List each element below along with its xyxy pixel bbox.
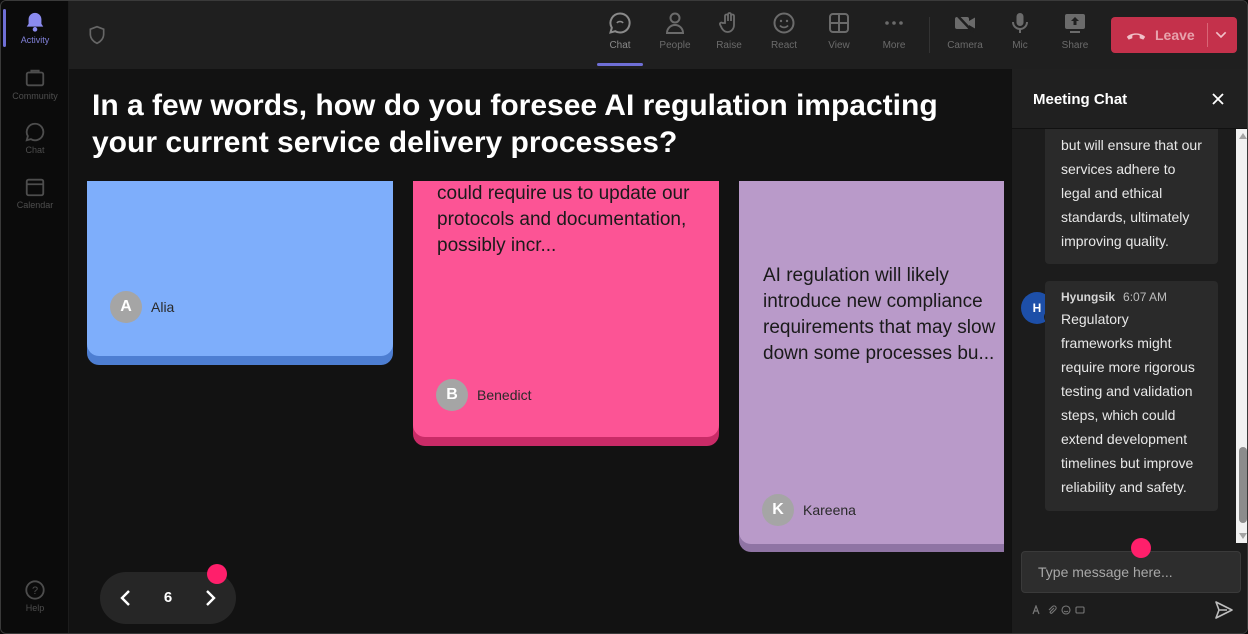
click-indicator: [1131, 538, 1151, 558]
rail-item-label: Chat: [25, 145, 45, 155]
chat-messages[interactable]: but will ensure that our services adhere…: [1012, 129, 1247, 543]
response-card[interactable]: A Alia: [87, 181, 393, 356]
meeting-window: Activity Community Chat Calendar ? Help …: [0, 0, 1248, 634]
message-time: 6:07 AM: [1123, 290, 1168, 304]
help-icon: ?: [25, 580, 45, 600]
bell-icon: [26, 12, 44, 32]
chat-message-input[interactable]: [1021, 551, 1241, 593]
view-button[interactable]: View: [814, 11, 864, 61]
chat-title: Meeting Chat: [1033, 91, 1128, 108]
chat-message: Hyungsik 6:07 AM Regulatory frameworks mi…: [1045, 281, 1218, 511]
camera-button[interactable]: Camera: [940, 11, 990, 61]
author-name: Alia: [151, 299, 175, 315]
author-name: Kareena: [803, 502, 856, 518]
camera-off-icon: [955, 13, 975, 33]
gif-icon[interactable]: [1075, 605, 1085, 615]
mic-label: Mic: [1012, 40, 1028, 51]
rail-item-label: Activity: [20, 35, 50, 45]
response-cards: A Alia could require us to update our pr…: [69, 181, 1004, 581]
grid-icon: [829, 13, 849, 33]
raise-hand-button[interactable]: Raise: [704, 11, 754, 61]
mic-icon: [1012, 13, 1028, 33]
chevron-right-icon[interactable]: [200, 587, 220, 609]
people-icon: [665, 12, 685, 34]
response-card[interactable]: AI regulation will likely introduce new …: [739, 181, 1004, 544]
meeting-chat-panel: Meeting Chat but will ensure that our se…: [1011, 69, 1247, 633]
attach-icon[interactable]: [1047, 605, 1057, 615]
rail-item-calendar[interactable]: Calendar: [1, 176, 69, 210]
send-icon[interactable]: [1214, 600, 1234, 620]
toolbar-separator: [929, 17, 930, 53]
people-label: People: [659, 40, 691, 51]
people-button[interactable]: People: [650, 11, 700, 61]
card-author: B Benedict: [436, 379, 531, 411]
scroll-down-arrow[interactable]: [1239, 533, 1247, 539]
react-button[interactable]: React: [759, 11, 809, 61]
rail-item-label: Help: [25, 603, 45, 613]
share-label: Share: [1061, 40, 1089, 51]
chat-scrollbar[interactable]: [1236, 129, 1247, 543]
card-author: A Alia: [110, 291, 174, 323]
chat-label: Chat: [609, 40, 631, 51]
more-label: More: [882, 40, 906, 51]
card-text: could require us to update our protocols…: [437, 183, 690, 256]
chat-icon: [609, 12, 631, 34]
leave-button[interactable]: Leave: [1111, 17, 1237, 53]
rail-item-chat[interactable]: Chat: [1, 121, 69, 155]
leave-divider: [1207, 23, 1208, 47]
click-indicator: [207, 564, 227, 584]
raise-label: Raise: [716, 40, 742, 51]
chevron-down-icon[interactable]: [1213, 27, 1229, 43]
calendar-icon: [25, 178, 45, 197]
share-screen-icon: [1065, 14, 1085, 33]
message-author: Hyungsik: [1061, 290, 1116, 304]
question-title: In a few words, how do you foresee AI re…: [92, 89, 938, 159]
chevron-left-icon[interactable]: [116, 587, 136, 609]
card-text: AI regulation will likely introduce new …: [763, 265, 996, 364]
chat-icon: [25, 122, 45, 142]
message-text: but will ensure that our services adhere…: [1061, 137, 1202, 249]
avatar: A: [110, 291, 142, 323]
mic-button[interactable]: Mic: [995, 11, 1045, 61]
response-card[interactable]: could require us to update our protocols…: [413, 181, 719, 437]
app-rail: Activity Community Chat Calendar ? Help: [1, 1, 69, 633]
leave-label: Leave: [1155, 27, 1195, 43]
share-button[interactable]: Share: [1050, 11, 1100, 61]
shield-icon[interactable]: [87, 25, 107, 45]
chat-header: Meeting Chat: [1012, 69, 1247, 129]
scroll-thumb[interactable]: [1239, 447, 1247, 523]
page-number: 6: [163, 589, 173, 606]
svg-text:?: ?: [32, 585, 38, 597]
smiley-icon: [773, 12, 795, 34]
react-label: React: [770, 40, 798, 51]
avatar: K: [762, 494, 794, 526]
phone-hangup-icon: [1126, 33, 1146, 40]
rail-item-label: Community: [12, 91, 58, 101]
hand-icon: [719, 12, 735, 33]
camera-label: Camera: [947, 40, 983, 51]
author-name: Benedict: [477, 387, 532, 403]
chat-button[interactable]: Chat: [595, 11, 645, 61]
format-icon[interactable]: [1032, 605, 1042, 615]
rail-item-community[interactable]: Community: [1, 67, 69, 101]
rail-item-label: Calendar: [16, 200, 54, 210]
more-button[interactable]: More: [869, 11, 919, 61]
avatar: B: [436, 379, 468, 411]
message-text: Regulatory frameworks might require more…: [1061, 311, 1195, 495]
meeting-toolbar: Chat People Raise React View More Camera: [69, 1, 1247, 69]
more-icon: [885, 21, 903, 25]
close-icon[interactable]: [1210, 91, 1226, 107]
community-icon: [25, 69, 45, 87]
view-label: View: [828, 40, 850, 51]
message-meta: Hyungsik 6:07 AM: [1061, 287, 1202, 307]
rail-item-activity[interactable]: Activity: [1, 11, 69, 45]
card-author: K Kareena: [762, 494, 856, 526]
active-tab-indicator: [597, 63, 643, 66]
rail-item-help[interactable]: ? Help: [1, 579, 69, 613]
scroll-up-arrow[interactable]: [1239, 133, 1247, 139]
emoji-icon[interactable]: [1061, 605, 1071, 615]
chat-message: but will ensure that our services adhere…: [1045, 129, 1218, 264]
